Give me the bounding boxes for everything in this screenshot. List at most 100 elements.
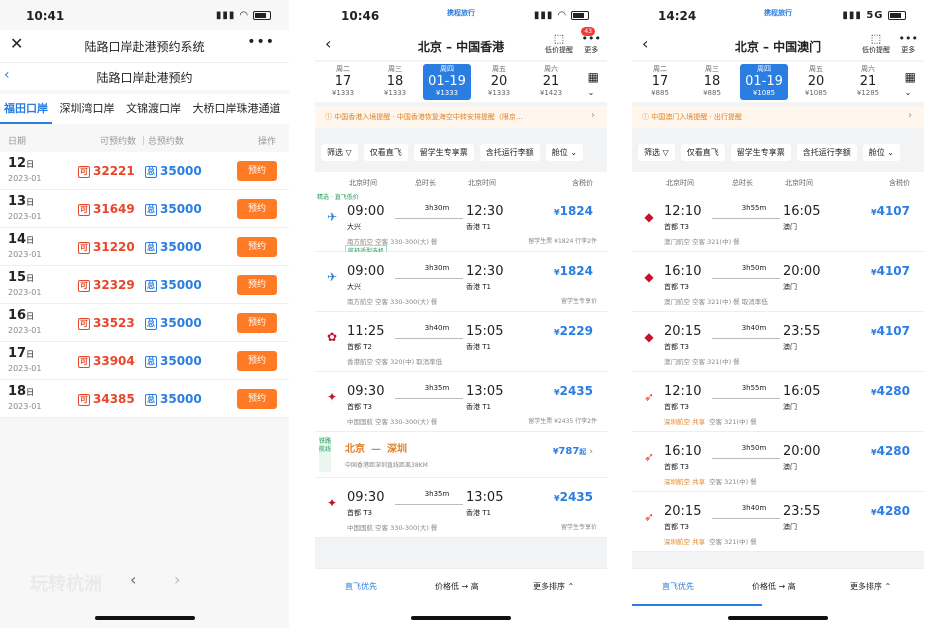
- filter-chip[interactable]: 留学生专享票: [730, 144, 791, 161]
- reserve-button[interactable]: 预约: [237, 275, 277, 295]
- filter-chip[interactable]: 筛选 ▽: [321, 144, 358, 161]
- reserve-button[interactable]: 预约: [237, 389, 277, 409]
- sort-direct-first[interactable]: 直飞优先: [662, 581, 694, 592]
- date-option[interactable]: 周二 17 ¥1333: [319, 64, 367, 97]
- flight-info: 深圳航空 共享 空客 321(中) 餐: [664, 536, 757, 546]
- prev-arrow-icon[interactable]: ‹: [130, 570, 136, 589]
- airline-logo-icon: ✿: [326, 330, 338, 344]
- date-day: 17: [334, 74, 352, 89]
- flight-info: 中国国航 空客 330-300(大) 餐: [347, 522, 437, 532]
- tab-port-daqiao[interactable]: 大桥口岸珠港通道: [189, 94, 285, 124]
- quota-row: 18日 2023-01 可 34385 总 35000 预约: [0, 380, 289, 418]
- reserve-button[interactable]: 预约: [237, 351, 277, 371]
- date-weekday: 周三: [388, 65, 402, 73]
- price-alert-button[interactable]: ⬚ 低价提醒: [545, 32, 573, 55]
- available-tag-icon: 可: [78, 165, 90, 178]
- travel-notice[interactable]: ⓘ 中国香港入境提醒 · 中国香港恢复海空中转安排提醒（限京… ›: [315, 106, 607, 128]
- tab-port-wenjindu[interactable]: 文锦渡口岸: [122, 94, 185, 124]
- flight-card[interactable]: ◆ 12:10 首都 T3 3h55m 16:05 澳门 ¥4107 澳门航空 空客 321(…: [632, 192, 924, 252]
- day-unit: 日: [26, 312, 35, 321]
- date-option[interactable]: 周六 21 ¥1423: [527, 64, 575, 97]
- date-option[interactable]: 周三 18 ¥885: [688, 64, 736, 97]
- filter-chip[interactable]: 含托运行李额: [479, 144, 540, 161]
- date-weekday: 周二: [653, 65, 667, 73]
- filter-chip[interactable]: 筛选 ▽: [638, 144, 675, 161]
- date-option[interactable]: 周五 20 ¥1333: [475, 64, 523, 97]
- travel-notice[interactable]: ⓘ 中国澳门入境提醒 · 出行提醒 ›: [632, 106, 924, 128]
- notice-text: 中国香港入境提醒 · 中国香港恢复海空中转安排提醒（限京…: [334, 113, 523, 121]
- date-option[interactable]: 周六 21 ¥1285: [844, 64, 892, 97]
- flight-card[interactable]: ➶ 16:10 首都 T3 3h50m 20:00 澳门 ¥4280 深圳航空 共享 空客 32…: [632, 432, 924, 492]
- arrival-airport: 澳门: [783, 523, 797, 531]
- flight-card[interactable]: ➶ 20:15 首都 T3 3h40m 23:55 澳门 ¥4280 深圳航空 共享 空客 32…: [632, 492, 924, 552]
- more-button[interactable]: ••• 更多 43: [581, 27, 601, 55]
- chevron-right-icon: ›: [591, 110, 595, 121]
- total-count: 总 35000: [145, 164, 202, 178]
- tab-port-futian[interactable]: 福田口岸: [0, 94, 52, 124]
- more-button[interactable]: ••• 更多: [899, 32, 918, 55]
- quota-row: 15日 2023-01 可 32329 总 35000 预约: [0, 266, 289, 304]
- flight-card[interactable]: ✦ 09:30 首都 T3 3h35m 13:05 香港 T1 ¥2435 中国国航 空客 3…: [315, 478, 607, 538]
- flight-info: 深圳航空 共享 空客 321(中) 餐: [664, 476, 757, 486]
- flight-card[interactable]: ✦ 09:30 首都 T3 3h35m 13:05 香港 T1 ¥2435 中国国航 空客 3…: [315, 372, 607, 432]
- total-tag-icon: 总: [145, 279, 157, 292]
- date-option[interactable]: 周四 01-19 ¥1085: [740, 64, 788, 100]
- calendar-icon[interactable]: ▦ ⌄: [588, 70, 599, 98]
- flight-duration: 3h35m: [424, 490, 450, 498]
- sort-direct-first[interactable]: 直飞优先: [345, 581, 377, 592]
- flight-card[interactable]: ✿ 11:25 首都 T2 3h40m 15:05 香港 T1 ¥2229 香港航空 空客 3…: [315, 312, 607, 372]
- departure-time: 12:10: [664, 204, 702, 219]
- filter-chip[interactable]: 留学生专享票: [413, 144, 474, 161]
- date-option[interactable]: 周三 18 ¥1333: [371, 64, 419, 97]
- filter-chip[interactable]: 仅看直飞: [363, 144, 408, 161]
- departure-time: 09:00: [347, 204, 385, 219]
- flight-card[interactable]: 精选 · 直飞低价 ✈ 09:00 大兴 3h30m 12:30 香港 T1 ¥1824 南方航…: [315, 192, 607, 256]
- row-year-month: 2023-01: [8, 212, 42, 221]
- sort-price-asc[interactable]: 价格低 → 高: [435, 581, 479, 592]
- price-value: 1824: [559, 204, 593, 218]
- filter-chip[interactable]: 舱位 ⌄: [862, 144, 900, 161]
- flight-card[interactable]: ➶ 12:10 首都 T3 3h55m 16:05 澳门 ¥4280 深圳航空 共享 空客 32…: [632, 372, 924, 432]
- available-count: 可 31220: [78, 240, 135, 254]
- arrival-airport: 澳门: [783, 343, 797, 351]
- more-sort-button[interactable]: 更多排序 ⌃: [533, 581, 574, 592]
- date-option[interactable]: 周四 01-19 ¥1333: [423, 64, 471, 100]
- date-option[interactable]: 周二 17 ¥885: [636, 64, 684, 97]
- col-price: 含税价: [572, 179, 593, 187]
- price-alert-button[interactable]: ⬚ 低价提醒: [862, 32, 890, 55]
- more-icon[interactable]: •••: [247, 34, 275, 50]
- row-day: 13日: [8, 194, 34, 209]
- date-option[interactable]: 周五 20 ¥1085: [792, 64, 840, 97]
- reserve-button[interactable]: 预约: [237, 313, 277, 333]
- reserve-button[interactable]: 预约: [237, 237, 277, 257]
- price-value: 2435: [559, 490, 593, 504]
- day-number: 14: [8, 232, 27, 247]
- rail-option-card[interactable]: 铁路航线 北京 — 深圳 中国香港距深圳直线距离38KM ¥787起 ›: [315, 432, 607, 478]
- reserve-button[interactable]: 预约: [237, 199, 277, 219]
- available-count: 可 32329: [78, 278, 135, 292]
- day-unit: 日: [26, 388, 35, 397]
- status-time: 10:41: [26, 9, 65, 23]
- tab-port-shenzhenwan[interactable]: 深圳湾口岸: [56, 94, 119, 124]
- quota-table: 12日 2023-01 可 32221 总 35000 预约 13日 2023-01 可 31649…: [0, 152, 289, 418]
- filter-chip[interactable]: 舱位 ⌄: [545, 144, 583, 161]
- available-value: 33523: [93, 316, 135, 330]
- col-dep-time: 北京时间: [666, 179, 694, 187]
- arrival-time: 16:05: [783, 204, 821, 219]
- filter-chip[interactable]: 仅看直飞: [680, 144, 725, 161]
- more-sort-button[interactable]: 更多排序 ⌃: [850, 581, 891, 592]
- aircraft-info: 空客 321(中) 餐: [709, 418, 757, 426]
- departure-airport: 首都 T3: [664, 223, 689, 231]
- reserve-button[interactable]: 预约: [237, 161, 277, 181]
- status-bar: 10:46 携程旅行 ▮▮▮ ◠: [315, 0, 607, 30]
- flight-card[interactable]: ◆ 20:15 首都 T3 3h40m 23:55 澳门 ¥4107 澳门航空 空客 321(…: [632, 312, 924, 372]
- aircraft-info: 空客 321(中) 餐: [709, 478, 757, 486]
- next-arrow-icon[interactable]: ›: [174, 570, 180, 589]
- airline-logo-icon: ✦: [326, 496, 338, 510]
- sort-price-asc[interactable]: 价格低 → 高: [752, 581, 796, 592]
- flight-card[interactable]: ◆ 16:10 首都 T3 3h50m 20:00 澳门 ¥4107 澳门航空 空客 321(…: [632, 252, 924, 312]
- calendar-icon[interactable]: ▦ ⌄: [905, 70, 916, 98]
- flight-card[interactable]: ✈ 09:00 大兴 3h30m 12:30 香港 T1 ¥1824 南方航空 空客 330-…: [315, 252, 607, 312]
- col-duration: 总时长: [415, 179, 436, 187]
- filter-chip[interactable]: 含托运行李额: [796, 144, 857, 161]
